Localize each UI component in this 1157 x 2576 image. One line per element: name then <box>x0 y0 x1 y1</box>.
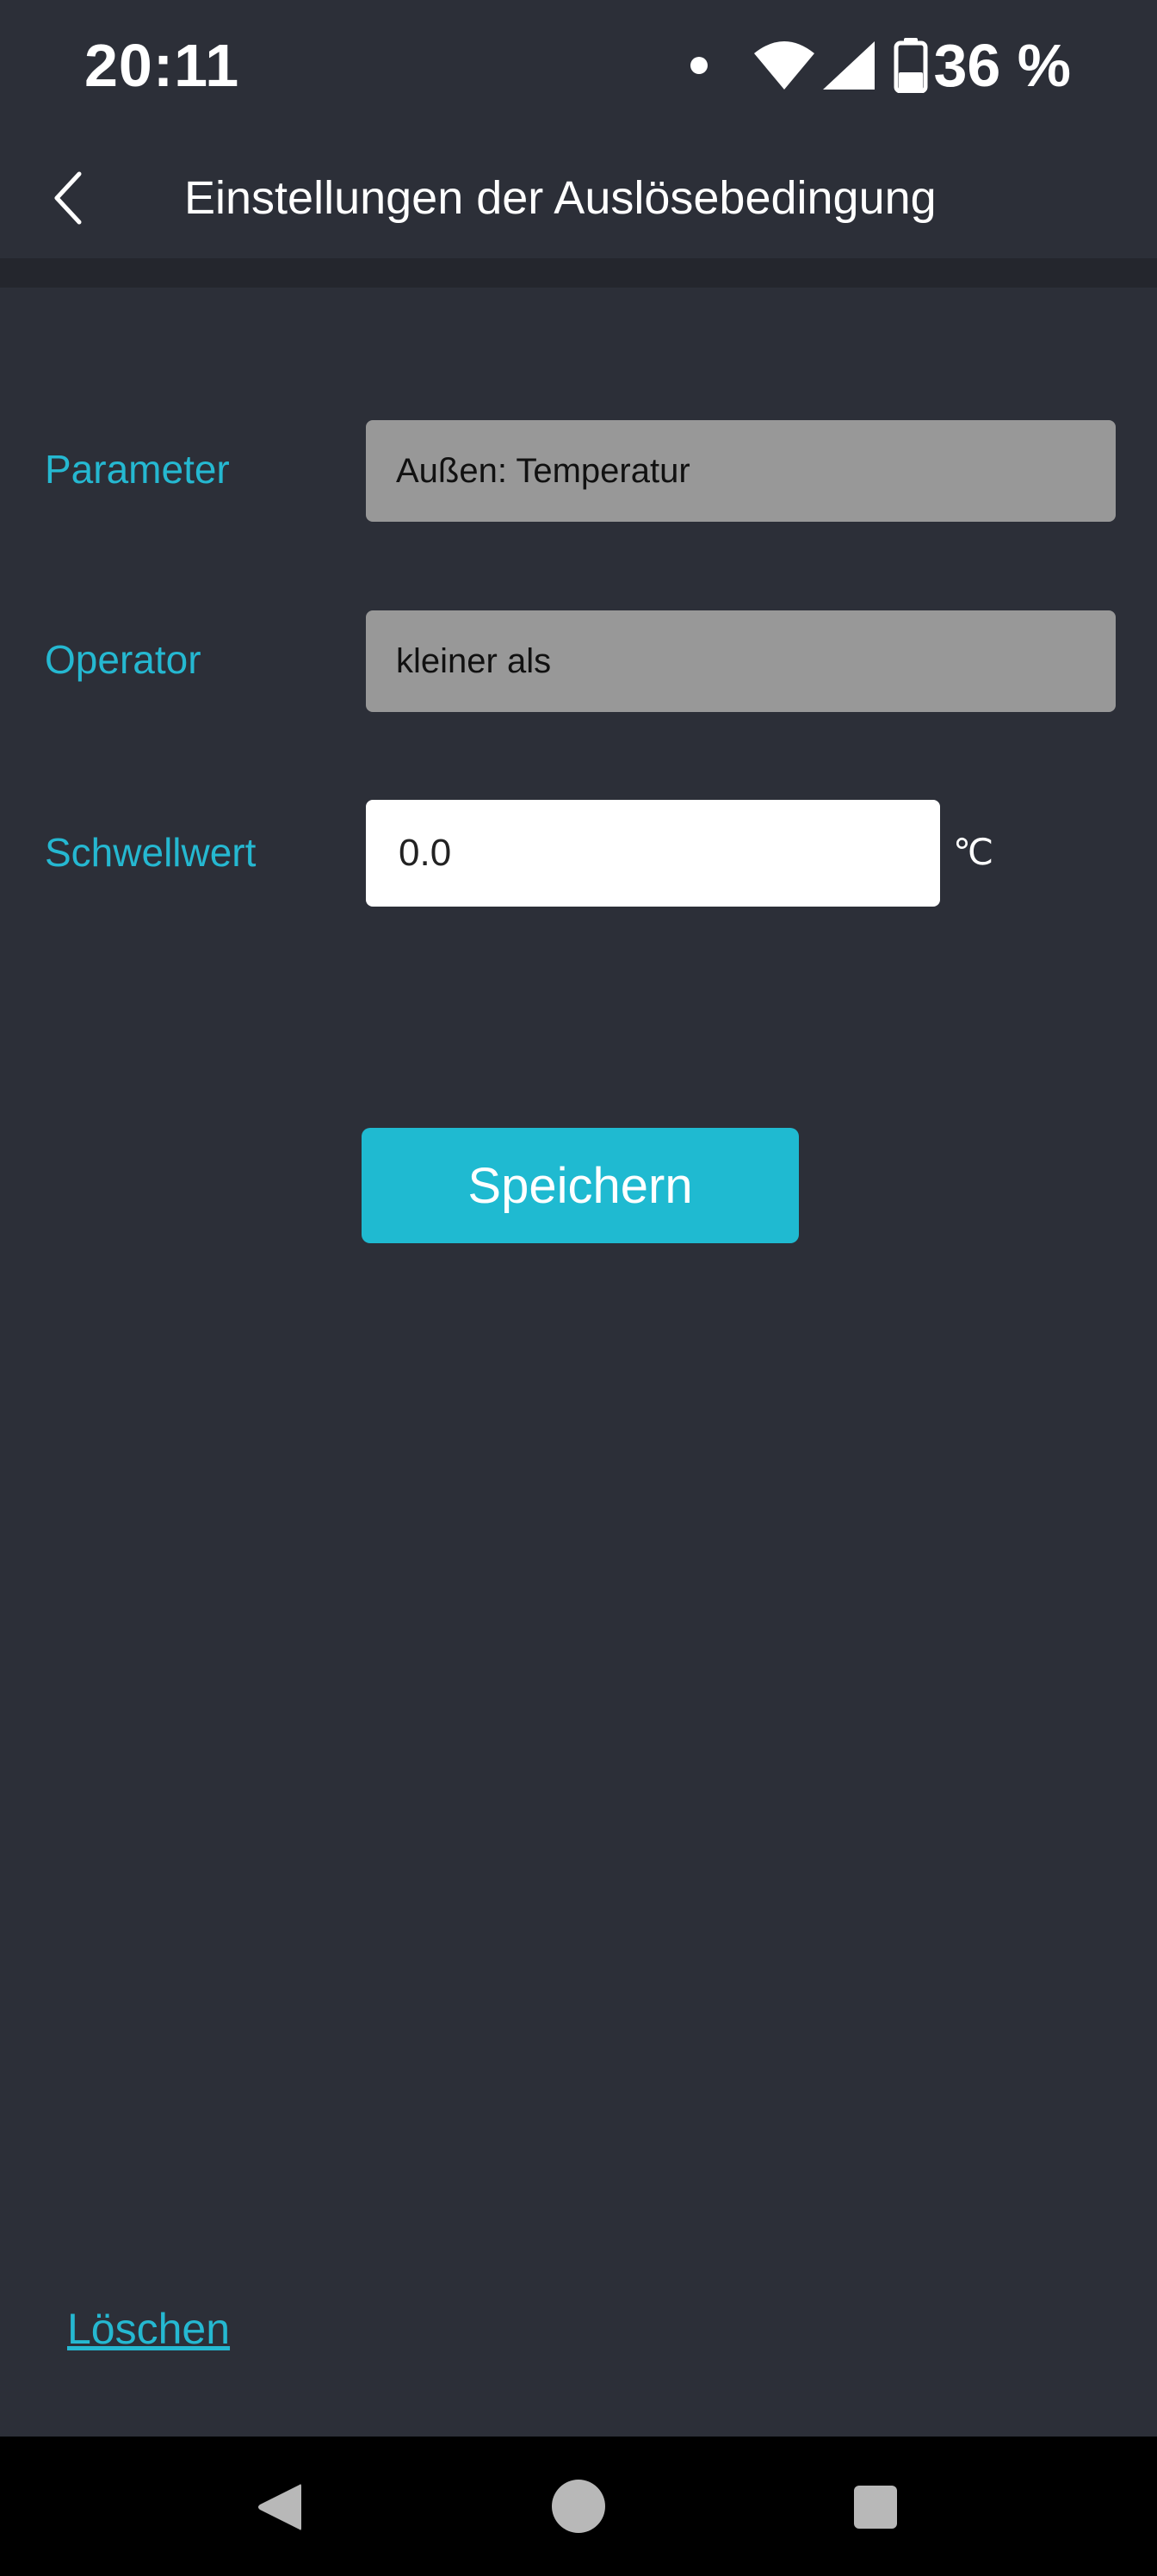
back-button[interactable] <box>33 164 102 232</box>
threshold-label: Schwellwert <box>45 830 257 875</box>
notification-dot-icon <box>690 57 708 74</box>
save-button[interactable]: Speichern <box>362 1128 799 1243</box>
parameter-row: Parameter Außen: Temperatur <box>0 420 1157 522</box>
battery-icon <box>894 38 928 93</box>
delete-link[interactable]: Löschen <box>67 2304 230 2354</box>
nav-back-icon[interactable] <box>255 2481 303 2533</box>
operator-label: Operator <box>45 637 201 682</box>
page-title: Einstellungen der Auslösebedingung <box>184 172 937 224</box>
screen: 20:11 36 % Einstellungen der Auslösebedi… <box>0 0 1157 2576</box>
wifi-icon <box>754 41 815 90</box>
parameter-label: Parameter <box>45 447 230 492</box>
nav-home-icon[interactable] <box>552 2480 605 2533</box>
operator-select[interactable]: kleiner als <box>366 610 1116 712</box>
system-nav-bar <box>0 2437 1157 2576</box>
status-icons: 36 % <box>690 31 1071 100</box>
status-bar: 20:11 36 % <box>0 0 1157 138</box>
operator-row: Operator kleiner als <box>0 610 1157 712</box>
parameter-select[interactable]: Außen: Temperatur <box>366 420 1116 522</box>
unit-label: ℃ <box>953 832 994 872</box>
nav-recents-icon[interactable] <box>854 2486 897 2529</box>
chevron-left-icon <box>54 171 82 225</box>
threshold-row: Schwellwert 0.0 ℃ <box>0 800 1157 907</box>
battery-percentage: 36 % <box>933 32 1071 99</box>
header-divider <box>0 258 1157 288</box>
app-header: Einstellungen der Auslösebedingung <box>0 138 1157 258</box>
threshold-input[interactable]: 0.0 <box>366 800 940 907</box>
cell-signal-icon <box>823 41 875 90</box>
status-time: 20:11 <box>84 32 240 99</box>
